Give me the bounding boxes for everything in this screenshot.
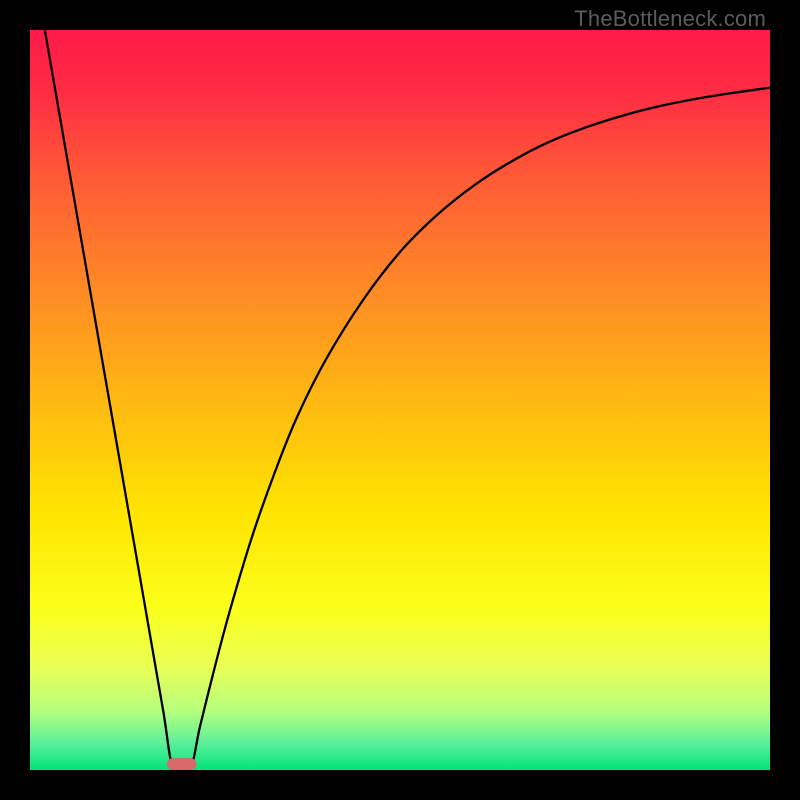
chart-frame <box>30 30 770 770</box>
gradient-background <box>30 30 770 770</box>
watermark-label: TheBottleneck.com <box>574 6 766 32</box>
bottleneck-chart <box>30 30 770 770</box>
optimal-marker <box>167 758 197 770</box>
